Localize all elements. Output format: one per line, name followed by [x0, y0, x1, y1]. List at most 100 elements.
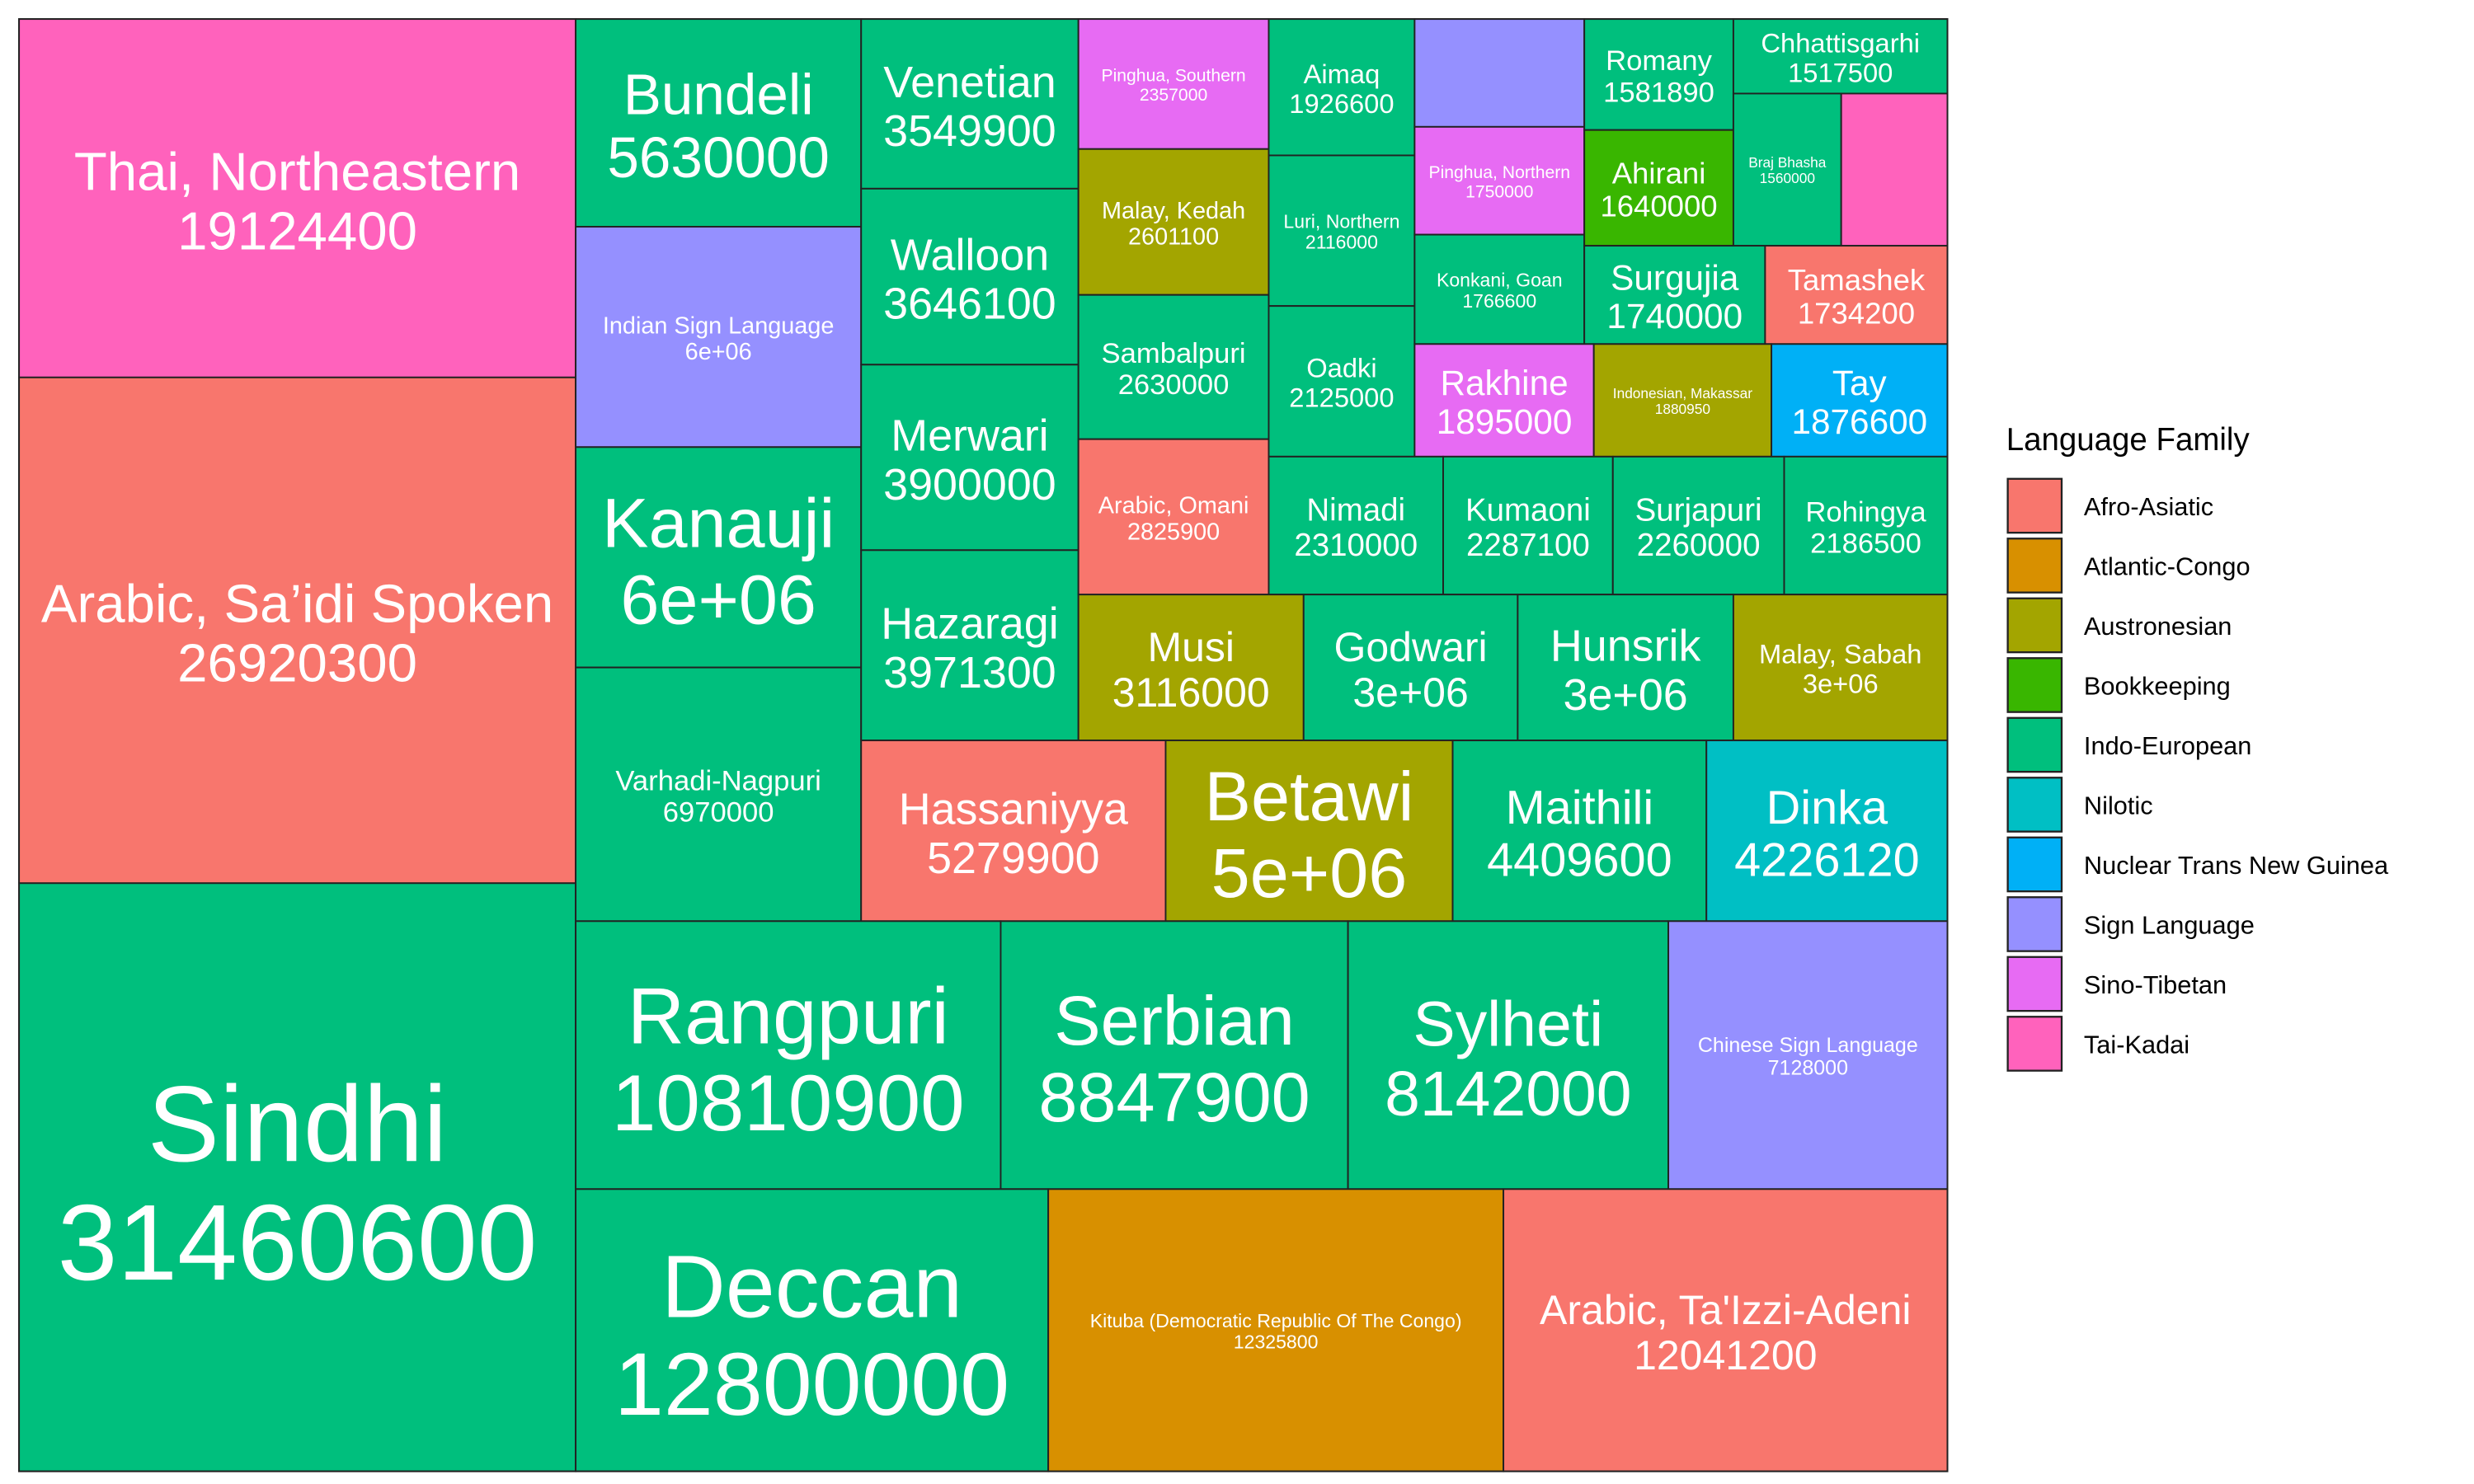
tile-label: Tamashek: [1788, 263, 1926, 297]
treemap-chart: Sindhi31460600Arabic, Sa’idi Spoken26920…: [18, 18, 2389, 1472]
legend-label: Nuclear Trans New Guinea: [2084, 851, 2389, 880]
tile-label: Pinghua, Northern: [1428, 163, 1570, 182]
tile-label: Sindhi: [148, 1064, 447, 1184]
tile-value: 3971300: [883, 648, 1056, 697]
tile-varhadi-nagpuri: Varhadi-Nagpuri6970000: [575, 666, 863, 923]
tile-label: Arabic, Ta'Izzi-Adeni: [1540, 1287, 1912, 1333]
legend-key: [2006, 477, 2063, 534]
legend-label: Tai-Kadai: [2084, 1031, 2189, 1059]
tile-value: 10810900: [612, 1059, 965, 1148]
tile-value: 2260000: [1637, 528, 1761, 563]
tile-venetian: Venetian3549900: [860, 18, 1079, 190]
tile-label: Konkani, Goan: [1437, 270, 1563, 291]
tile-value: 2357000: [1140, 86, 1207, 105]
tile-rohingya: Rohingya2186500: [1783, 455, 1949, 596]
tile-value: 2116000: [1305, 232, 1378, 253]
tile-serbian: Serbian8847900: [999, 920, 1349, 1190]
tile-hazaragi: Hazaragi3971300: [860, 549, 1079, 742]
tile-sambalpuri: Sambalpuri2630000: [1077, 294, 1270, 440]
tile-label: Surjapuri: [1635, 493, 1762, 528]
tile-merwari: Merwari3900000: [860, 364, 1079, 552]
tile-unlabeled-18: [1413, 18, 1586, 128]
tile-value: 1880950: [1655, 401, 1710, 417]
tile-label: Nimadi: [1306, 493, 1405, 528]
tile-label: Luri, Northern: [1283, 210, 1399, 232]
legend-key: [2006, 777, 2063, 833]
tile-value: 19124400: [177, 201, 417, 261]
tile-value: 4226120: [1734, 834, 1920, 887]
tile-value: 12800000: [614, 1335, 1009, 1434]
tile-oadki: Oadki2125000: [1268, 305, 1416, 458]
tile-value: 1766600: [1462, 290, 1536, 312]
tile-label: Deccan: [661, 1237, 962, 1336]
tile-godwari: Godwari3e+06: [1302, 594, 1519, 742]
tile-label: Hunsrik: [1550, 622, 1701, 671]
tile-label: Sambalpuri: [1102, 338, 1246, 369]
tile-label: Indonesian, Makassar: [1613, 385, 1752, 402]
tile-label: Dinka: [1766, 782, 1888, 834]
tile-label: Sylheti: [1413, 989, 1603, 1059]
tile-dinka: Dinka4226120: [1705, 740, 1949, 923]
legend-key: [2006, 597, 2063, 654]
tile-value: 1740000: [1606, 297, 1743, 336]
tile-braj-bhasha: Braj Bhasha1560000: [1732, 92, 1842, 247]
tile-arabic-sa-idi-spoken: Arabic, Sa’idi Spoken26920300: [18, 376, 577, 885]
tile-label: Bundeli: [623, 63, 814, 127]
legend-key: [2006, 657, 2063, 713]
tile-ahirani: Ahirani1640000: [1583, 129, 1734, 247]
tile-value: 8142000: [1385, 1059, 1631, 1129]
tile-value: 2310000: [1294, 528, 1418, 563]
legend-key: [2006, 716, 2063, 773]
tile-chhattisgarhi: Chhattisgarhi1517500: [1732, 18, 1949, 95]
tile-label: Romany: [1606, 45, 1713, 77]
tile-label: Chhattisgarhi: [1761, 27, 1920, 58]
tile-value: 6970000: [663, 796, 774, 828]
tile-konkani-goan: Konkani, Goan1766600: [1413, 233, 1586, 345]
legend-label: Atlantic-Congo: [2084, 552, 2251, 581]
tile-label: Varhadi-Nagpuri: [615, 765, 821, 796]
legend-item-nilotic: Nilotic: [2006, 777, 2153, 833]
tile-walloon: Walloon3646100: [860, 187, 1079, 366]
tile-value: 2630000: [1118, 369, 1230, 401]
legend-key: [2006, 836, 2063, 893]
tile-label: Ahirani: [1612, 156, 1706, 190]
tile-value: 5279900: [927, 834, 1100, 883]
tile-kumaoni: Kumaoni2287100: [1442, 455, 1614, 596]
legend-item-austronesian: Austronesian: [2006, 597, 2232, 654]
tile-label: Kanauji: [602, 483, 835, 561]
tile-label: Maithili: [1506, 782, 1654, 834]
tile-value: 4409600: [1487, 834, 1672, 887]
tile-label: Braj Bhasha: [1748, 154, 1827, 171]
legend-item-atlantic-congo: Atlantic-Congo: [2006, 538, 2251, 594]
tile-label: Pinghua, Southern: [1102, 67, 1246, 86]
tile-value: 12325800: [1234, 1331, 1319, 1352]
tile-label: Rangpuri: [628, 972, 949, 1060]
legend-label: Bookkeeping: [2084, 672, 2231, 701]
legend-label: Indo-European: [2084, 731, 2251, 760]
tile-label: Serbian: [1054, 981, 1295, 1059]
tile-value: 3e+06: [1803, 669, 1879, 699]
legend-key: [2006, 896, 2063, 952]
tile-label: Kumaoni: [1465, 493, 1591, 528]
tile-value: 31460600: [58, 1182, 538, 1303]
tile-label: Hazaragi: [881, 599, 1058, 649]
tile-value: 2125000: [1289, 383, 1394, 413]
tile-value: 3646100: [883, 279, 1056, 329]
tile-value: 6e+06: [685, 339, 752, 365]
tile-malay-sabah: Malay, Sabah3e+06: [1732, 594, 1949, 742]
legend: Language Family Afro-Asiatic Atlantic-Con…: [2006, 422, 2389, 1072]
tile-label: Walloon: [891, 231, 1049, 280]
legend-item-afro-asiatic: Afro-Asiatic: [2006, 477, 2213, 534]
tile-value: 1517500: [1788, 57, 1893, 87]
legend-label: Nilotic: [2084, 791, 2153, 820]
tile-chinese-sign-language: Chinese Sign Language7128000: [1667, 920, 1949, 1190]
tile-romany: Romany1581890: [1583, 18, 1734, 131]
tile-sindhi: Sindhi31460600: [18, 882, 577, 1472]
tile-maithili: Maithili4409600: [1451, 740, 1708, 923]
tile-thai-northeastern: Thai, Northeastern19124400: [18, 18, 577, 378]
tile-label: Tay: [1832, 364, 1888, 402]
tile-arabic-omani: Arabic, Omani2825900: [1077, 438, 1270, 596]
tile-surjapuri: Surjapuri2260000: [1611, 455, 1785, 596]
tile-malay-kedah: Malay, Kedah2601100: [1077, 148, 1270, 296]
legend-key: [2006, 1016, 2063, 1072]
